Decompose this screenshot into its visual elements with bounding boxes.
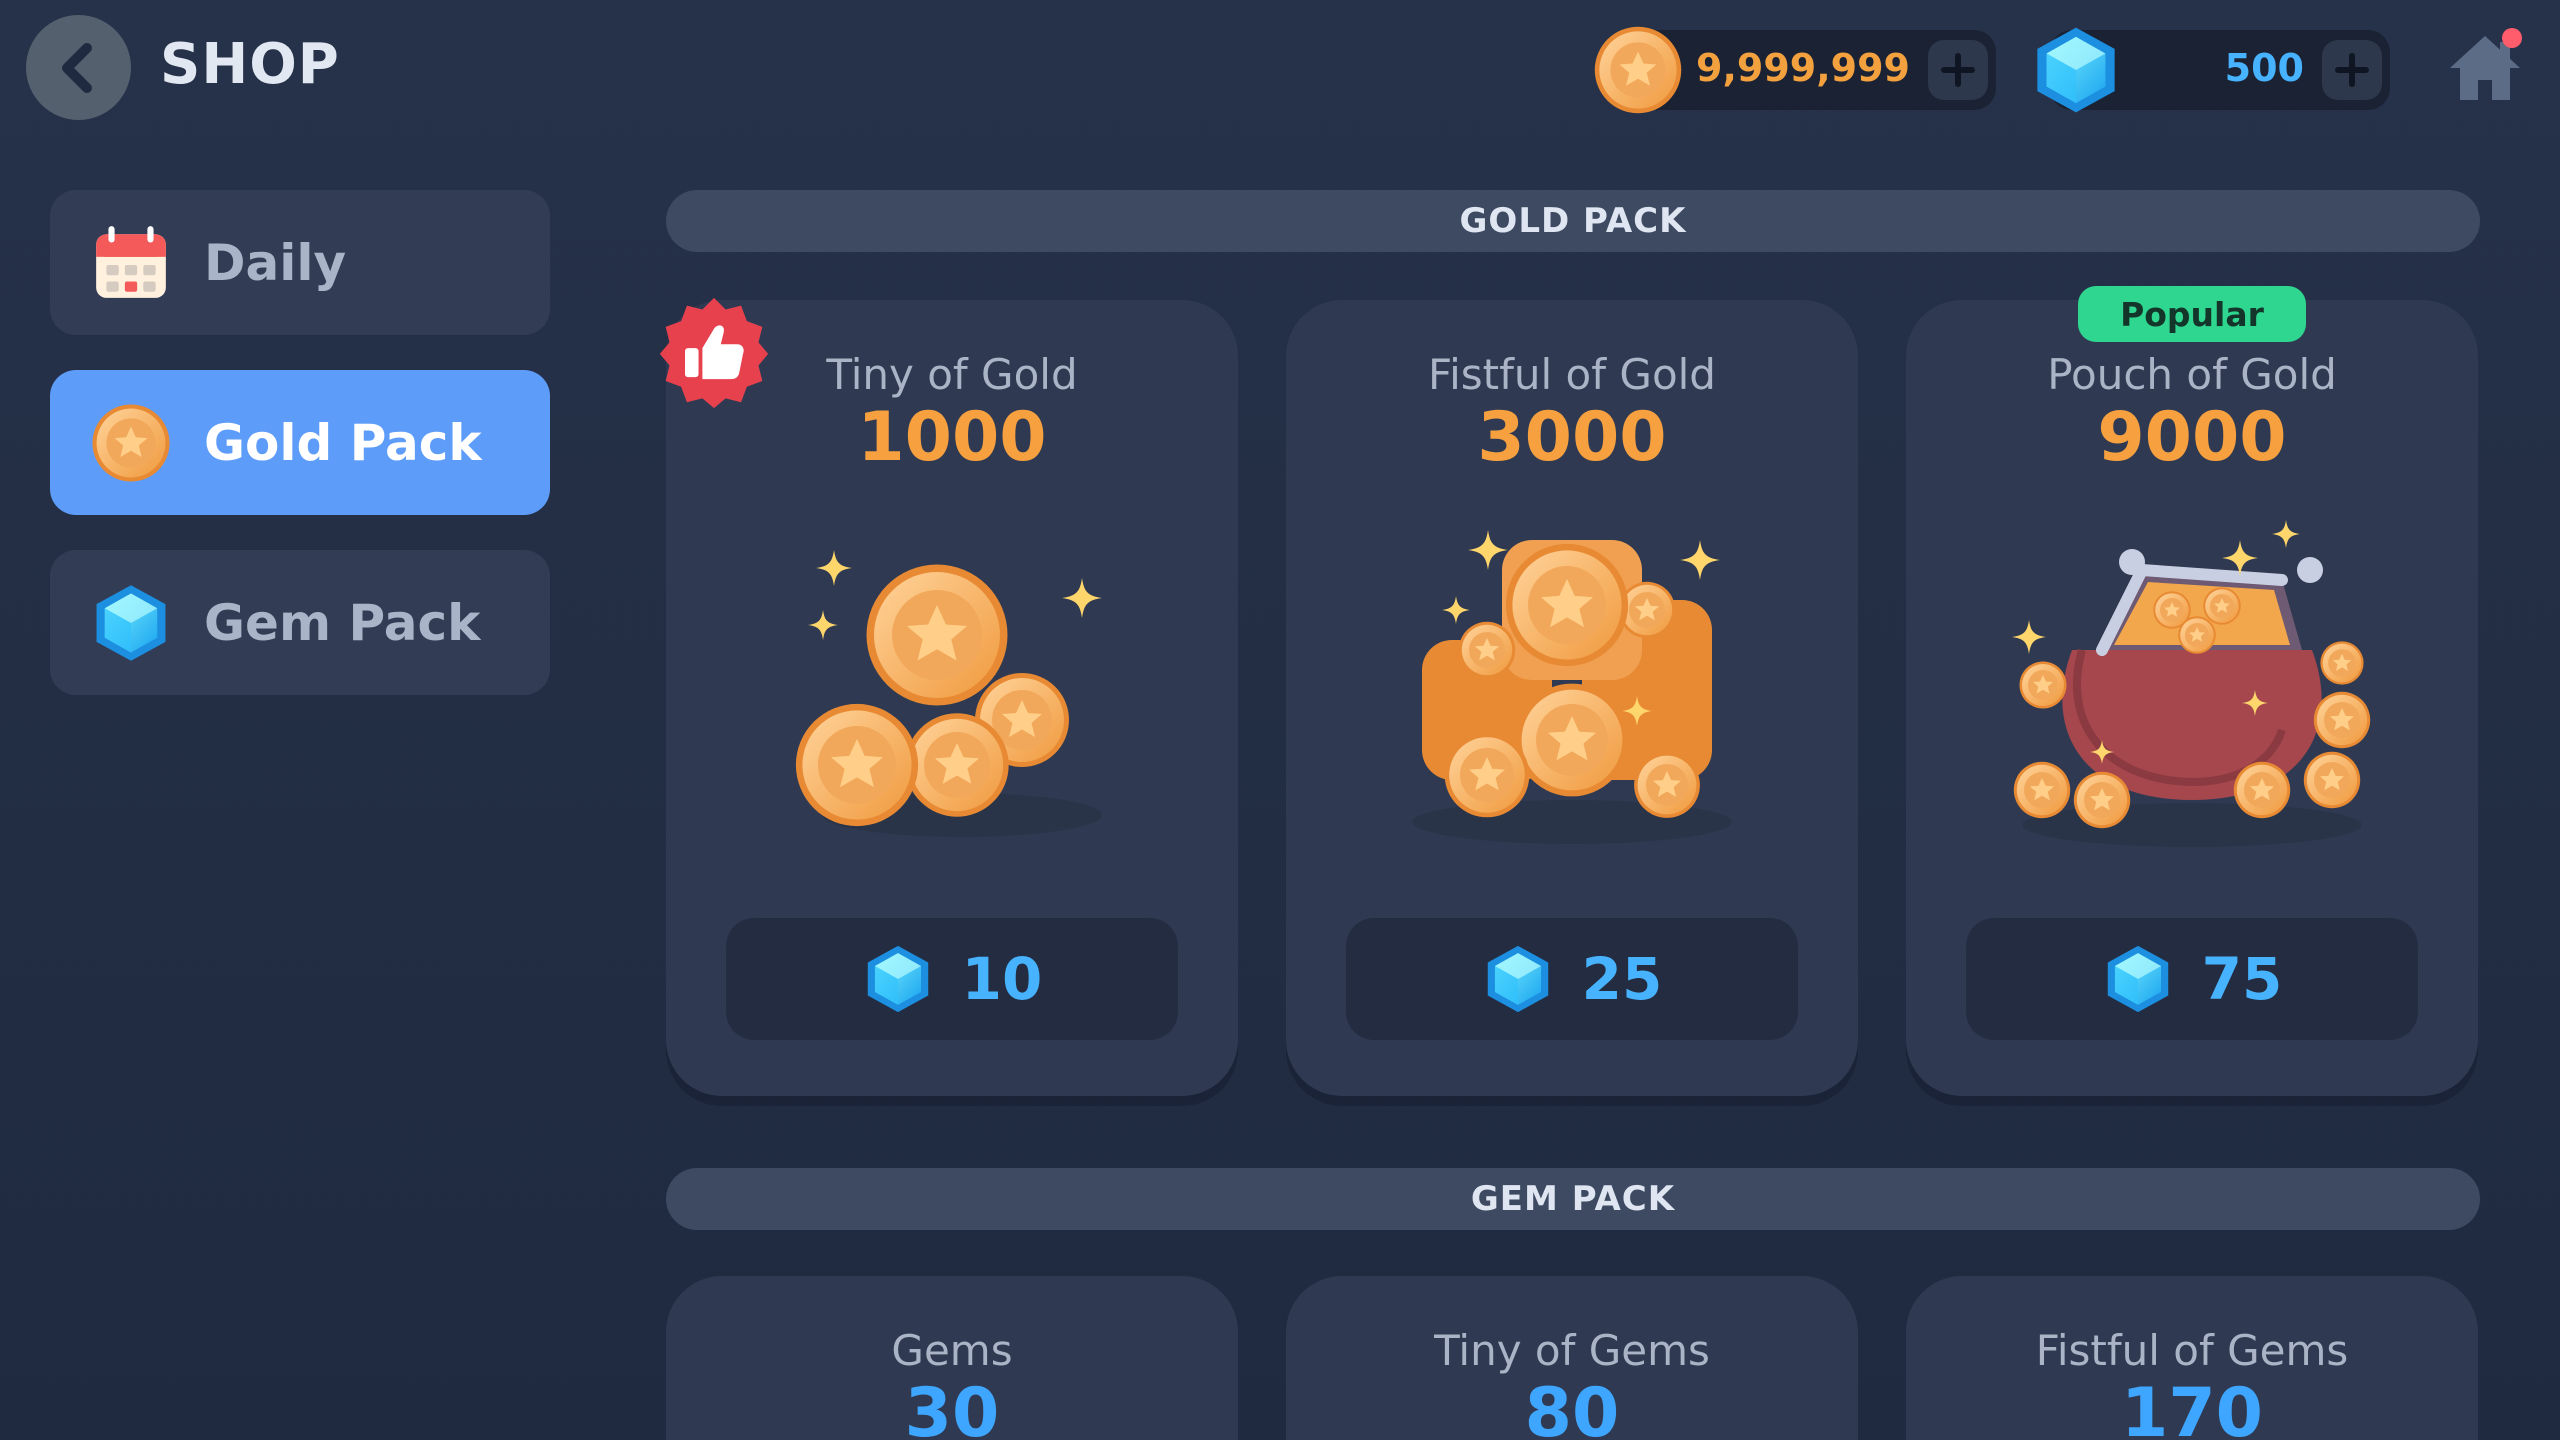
add-gold-button[interactable] [1928, 40, 1988, 100]
pack-name: Fistful of Gems [2035, 1326, 2349, 1375]
pack-name: Tiny of Gems [1434, 1326, 1710, 1375]
price-value: 25 [1581, 945, 1663, 1013]
pack-amount: 80 [1524, 1374, 1620, 1440]
back-button[interactable] [26, 15, 131, 120]
sidebar-item-label: Gem Pack [204, 593, 481, 652]
page-title: SHOP [160, 32, 340, 97]
sidebar-item-daily[interactable]: Daily [50, 190, 550, 335]
gold-coin-icon [90, 402, 172, 484]
pack-name: Gems [891, 1326, 1013, 1375]
gem-pack-section-header: GEM PACK [666, 1168, 2480, 1230]
pack-name: Fistful of Gold [1428, 350, 1716, 399]
price-value: 10 [961, 945, 1043, 1013]
gem-icon [862, 943, 934, 1015]
gold-pack-card: Popular Pouch of Gold 9000 75 [1906, 286, 2478, 1096]
pack-amount: 3000 [1477, 398, 1667, 477]
pack-name: Tiny of Gold [826, 350, 1078, 399]
calendar-icon [96, 225, 166, 298]
gem-pack-card: Tiny of Gems 80 [1286, 1276, 1858, 1440]
gem-icon [2030, 24, 2122, 116]
gold-coin-icon [1592, 24, 1684, 116]
gem-icon [90, 582, 172, 664]
buy-button[interactable]: 10 [726, 918, 1178, 1040]
buy-button[interactable]: 75 [1966, 918, 2418, 1040]
plus-icon [2335, 53, 2369, 87]
chevron-left-icon [61, 42, 92, 93]
pack-amount: 30 [904, 1374, 1000, 1440]
sidebar-item-label: Gold Pack [204, 413, 482, 472]
pack-amount: 170 [2121, 1374, 2263, 1440]
pack-amount: 9000 [2097, 398, 2287, 477]
buy-button[interactable]: 25 [1346, 918, 1798, 1040]
pack-amount: 1000 [857, 398, 1047, 477]
gold-balance-bar: 9,999,999 [1612, 30, 1996, 110]
gold-pack-card: Fistful of Gold 3000 25 [1286, 300, 1858, 1096]
gold-pack-section-header: GOLD PACK [666, 190, 2480, 252]
gem-balance-value: 500 [2224, 46, 2304, 90]
gold-pack-card: Tiny of Gold 1000 10 [659, 297, 1238, 1096]
gem-pack-card: Fistful of Gems 170 [1906, 1276, 2478, 1440]
gem-icon [2102, 943, 2174, 1015]
gem-pack-card: Gems 30 [666, 1276, 1238, 1440]
price-value: 75 [2201, 945, 2283, 1013]
popular-badge: Popular [2078, 286, 2306, 342]
gem-balance-bar: 500 [2050, 30, 2390, 110]
sidebar-item-gem-pack[interactable]: Gem Pack [50, 550, 550, 695]
coin-stack-icon [1412, 530, 1732, 844]
home-button[interactable] [2440, 22, 2530, 112]
gold-balance-value: 9,999,999 [1696, 46, 1910, 90]
gold-pouch-icon [2012, 520, 2371, 847]
sidebar-item-gold-pack[interactable]: Gold Pack [50, 370, 550, 515]
gem-icon [1482, 943, 1554, 1015]
add-gem-button[interactable] [2322, 40, 2382, 100]
sidebar-item-label: Daily [204, 233, 347, 292]
plus-icon [1941, 53, 1975, 87]
notification-dot [2502, 28, 2522, 48]
pack-name: Pouch of Gold [2047, 350, 2337, 399]
coin-pile-icon [795, 550, 1102, 837]
